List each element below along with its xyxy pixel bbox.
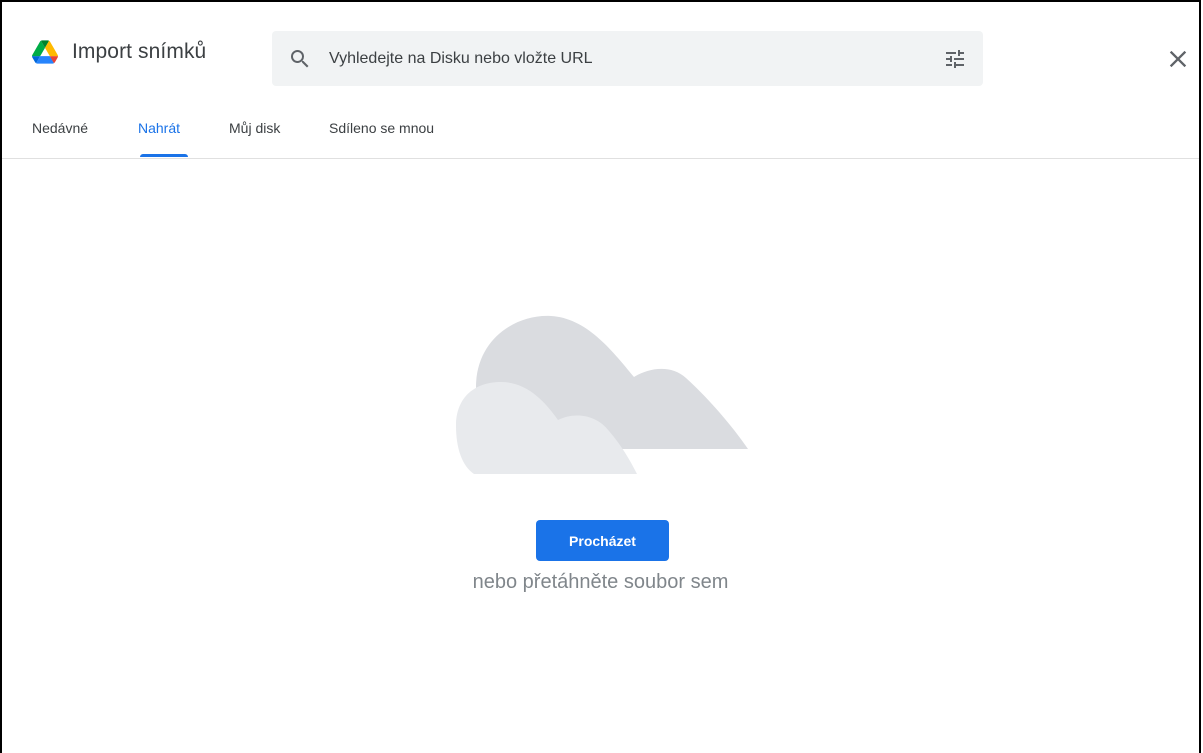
dialog-title: Import snímků [72,40,207,63]
close-icon[interactable] [1164,45,1192,73]
search-icon[interactable] [288,47,312,71]
active-tab-indicator [140,154,188,157]
google-drive-icon [32,40,58,64]
search-input[interactable] [329,31,919,86]
browse-button[interactable]: Procházet [536,520,669,561]
brand: Import snímků [32,40,206,64]
import-dialog: Import snímků Nedávné Nahrát Můj disk Sd… [0,0,1201,753]
drop-hint-text: nebo přetáhněte soubor sem [472,571,729,593]
search-box [272,31,983,86]
tab-shared-with-me[interactable]: Sdíleno se mnou [329,120,434,157]
tab-bar: Nedávné Nahrát Můj disk Sdíleno se mnou [2,102,1199,159]
tab-upload[interactable]: Nahrát [138,120,180,157]
dialog-header: Import snímků [2,2,1199,102]
clouds-illustration [456,315,748,474]
tune-icon[interactable] [943,47,967,71]
tab-recent[interactable]: Nedávné [32,120,88,157]
tab-my-drive[interactable]: Můj disk [229,120,280,157]
